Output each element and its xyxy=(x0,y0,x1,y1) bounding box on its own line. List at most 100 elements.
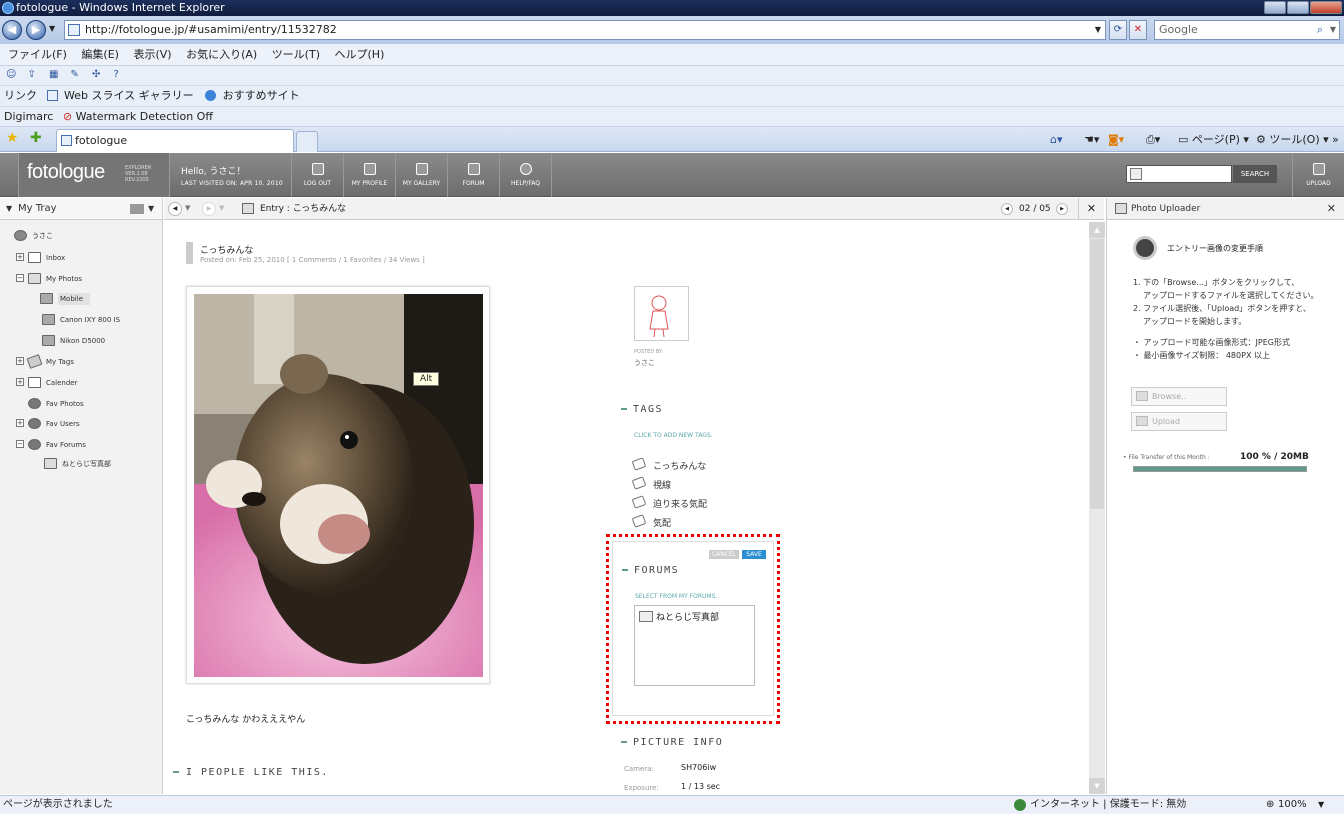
help-faq-button[interactable]: HELP/FAQ xyxy=(500,153,552,197)
pager-prev-icon[interactable]: ◀ xyxy=(1001,203,1013,215)
page-menu[interactable]: ▭ ページ(P) ▾ xyxy=(1178,131,1249,149)
new-tab-button[interactable] xyxy=(296,131,318,152)
zoom-dropdown-icon[interactable]: ▼ xyxy=(1318,796,1324,814)
entry-photo[interactable] xyxy=(194,294,483,677)
web-slice-link[interactable]: Web スライス ギャラリー xyxy=(64,89,194,102)
close-window-button[interactable] xyxy=(1310,1,1342,14)
user-edit-icon[interactable]: ✎ xyxy=(71,69,83,81)
tree-fav-users[interactable]: Fav Users xyxy=(28,418,80,430)
users-icon[interactable]: ☺ xyxy=(6,69,18,81)
scroll-thumb[interactable] xyxy=(1090,239,1104,509)
scroll-up-icon[interactable]: ▲ xyxy=(1089,222,1105,238)
collapse-myphotos-icon[interactable]: − xyxy=(16,274,24,282)
collapse-icon[interactable]: ▼ xyxy=(6,198,12,220)
forum-option[interactable]: ねとらじ写真部 xyxy=(656,610,719,623)
menu-favorites[interactable]: お気に入り(A) xyxy=(186,48,257,61)
home-icon[interactable]: ⌂▾ xyxy=(1050,131,1063,149)
poster-avatar[interactable] xyxy=(634,286,689,341)
add-tags-hint[interactable]: CLICK TO ADD NEW TAGS. xyxy=(634,432,713,439)
watermark-detection-button[interactable]: Watermark Detection Off xyxy=(76,110,213,123)
prev-icon[interactable]: ◀ xyxy=(168,202,182,216)
prev-dropdown-icon[interactable]: ▼ xyxy=(185,204,190,212)
site-search-button[interactable]: SEARCH xyxy=(1233,165,1277,183)
help-icon[interactable]: ? xyxy=(114,69,126,81)
menu-view[interactable]: 表示(V) xyxy=(133,48,171,61)
tree-user[interactable]: うさこ xyxy=(14,230,53,242)
history-dropdown-icon[interactable]: ▼ xyxy=(49,24,55,33)
address-dropdown-icon[interactable]: ▼ xyxy=(1095,21,1101,39)
tab-fotologue[interactable]: fotologue xyxy=(56,129,294,152)
search-icon[interactable]: ⌕ xyxy=(1317,21,1323,39)
my-gallery-button[interactable]: MY GALLERY xyxy=(396,153,448,197)
expand-tags-icon[interactable]: + xyxy=(16,357,24,365)
address-field[interactable]: http://fotologue.jp/#usamimi/entry/11532… xyxy=(64,20,1106,40)
favorites-star-icon[interactable]: ★ xyxy=(6,130,19,146)
menu-file[interactable]: ファイル(F) xyxy=(8,48,67,61)
expand-fav-users-icon[interactable]: + xyxy=(16,419,24,427)
upload-icon[interactable]: ⇪ xyxy=(28,69,40,81)
security-zone[interactable]: インターネット | 保護モード: 無効 xyxy=(1030,796,1186,814)
browse-button[interactable]: Browse.. xyxy=(1131,387,1227,406)
forward-button[interactable]: ▶ xyxy=(26,20,46,40)
search-dropdown-icon[interactable]: ▼ xyxy=(1330,21,1336,39)
expand-inbox-icon[interactable]: + xyxy=(16,253,24,261)
upload-file-button[interactable]: Upload xyxy=(1131,412,1227,431)
tree-my-tags[interactable]: My Tags xyxy=(26,354,74,369)
tag-item[interactable]: こっちみんな xyxy=(631,457,706,472)
tree-calendar[interactable]: Calender xyxy=(28,377,78,389)
hand-icon[interactable]: ☚▾ xyxy=(1084,131,1099,149)
menu-tools[interactable]: ツール(T) xyxy=(272,48,320,61)
folder-menu-dropdown-icon[interactable]: ▼ xyxy=(148,198,154,220)
recommended-sites-link[interactable]: おすすめサイト xyxy=(223,89,300,102)
refresh-button[interactable]: ⟳ xyxy=(1109,20,1127,40)
forum-button[interactable]: FORUM xyxy=(448,153,500,197)
forums-save-button[interactable]: SAVE xyxy=(742,550,766,559)
logout-button[interactable]: LOG OUT xyxy=(292,153,344,197)
forums-cancel-button[interactable]: CANCEL xyxy=(709,550,739,559)
tree-forum-item[interactable]: ねとらじ写真部 xyxy=(44,458,111,470)
search-scope-dropdown[interactable] xyxy=(1130,168,1142,180)
collapse-fav-forums-icon[interactable]: − xyxy=(16,440,24,448)
back-button[interactable]: ◀ xyxy=(2,20,22,40)
zoom-level[interactable]: 100% xyxy=(1278,796,1307,814)
next-icon[interactable]: ▶ xyxy=(202,202,216,216)
stop-button[interactable]: ✕ xyxy=(1129,20,1147,40)
tag-item[interactable]: 気配 xyxy=(631,514,671,529)
maximize-button[interactable] xyxy=(1287,1,1309,14)
site-search-input[interactable] xyxy=(1126,165,1232,183)
minimize-button[interactable] xyxy=(1264,1,1286,14)
search-input[interactable]: Google ⌕ ▼ xyxy=(1154,20,1340,40)
site-logo[interactable]: fotologue EXPLORER VER.2.08 REV.2305 xyxy=(18,153,170,197)
tools-menu[interactable]: ⚙ ツール(O) ▾ xyxy=(1256,131,1329,149)
tree-folder-nikon[interactable]: Nikon D5000 xyxy=(42,335,105,347)
close-uploader-icon[interactable]: ✕ xyxy=(1327,198,1336,220)
forums-select-list[interactable]: ねとらじ写真部 xyxy=(634,605,755,686)
my-profile-button[interactable]: MY PROFILE xyxy=(344,153,396,197)
settings-icon[interactable]: ✣ xyxy=(92,69,104,81)
entry-scrollbar[interactable]: ▲ ▼ xyxy=(1089,222,1105,794)
more-icon[interactable]: » xyxy=(1332,131,1339,149)
close-entry-icon[interactable]: ✕ xyxy=(1078,198,1104,220)
tree-folder-canon[interactable]: Canon IXY 800 IS xyxy=(42,314,120,326)
upload-button[interactable]: UPLOAD xyxy=(1292,153,1344,197)
next-dropdown-icon[interactable]: ▼ xyxy=(219,204,224,212)
pager-next-icon[interactable]: ▶ xyxy=(1056,203,1068,215)
tree-my-photos[interactable]: My Photos xyxy=(28,273,82,285)
tree-folder-mobile[interactable]: Mobile xyxy=(40,293,90,305)
tree-fav-photos[interactable]: Fav Photos xyxy=(28,398,84,410)
add-favorites-icon[interactable]: ✚ xyxy=(30,130,42,146)
posted-by-user[interactable]: うさこ xyxy=(634,358,655,368)
scroll-down-icon[interactable]: ▼ xyxy=(1089,778,1105,794)
tree-inbox[interactable]: Inbox xyxy=(28,252,65,264)
tag-item[interactable]: 視線 xyxy=(631,476,671,491)
print-icon[interactable]: ⎙▾ xyxy=(1146,131,1160,149)
tag-item[interactable]: 迫り来る気配 xyxy=(631,495,707,510)
tree-fav-forums[interactable]: Fav Forums xyxy=(28,439,86,451)
menu-edit[interactable]: 編集(E) xyxy=(81,48,119,61)
rss-icon[interactable]: ◙▾ xyxy=(1108,131,1124,149)
tag-icon xyxy=(631,457,647,471)
expand-calendar-icon[interactable]: + xyxy=(16,378,24,386)
folder-menu-icon[interactable] xyxy=(130,204,144,214)
calendar-icon[interactable]: ▦ xyxy=(49,69,61,81)
menu-help[interactable]: ヘルプ(H) xyxy=(335,48,385,61)
